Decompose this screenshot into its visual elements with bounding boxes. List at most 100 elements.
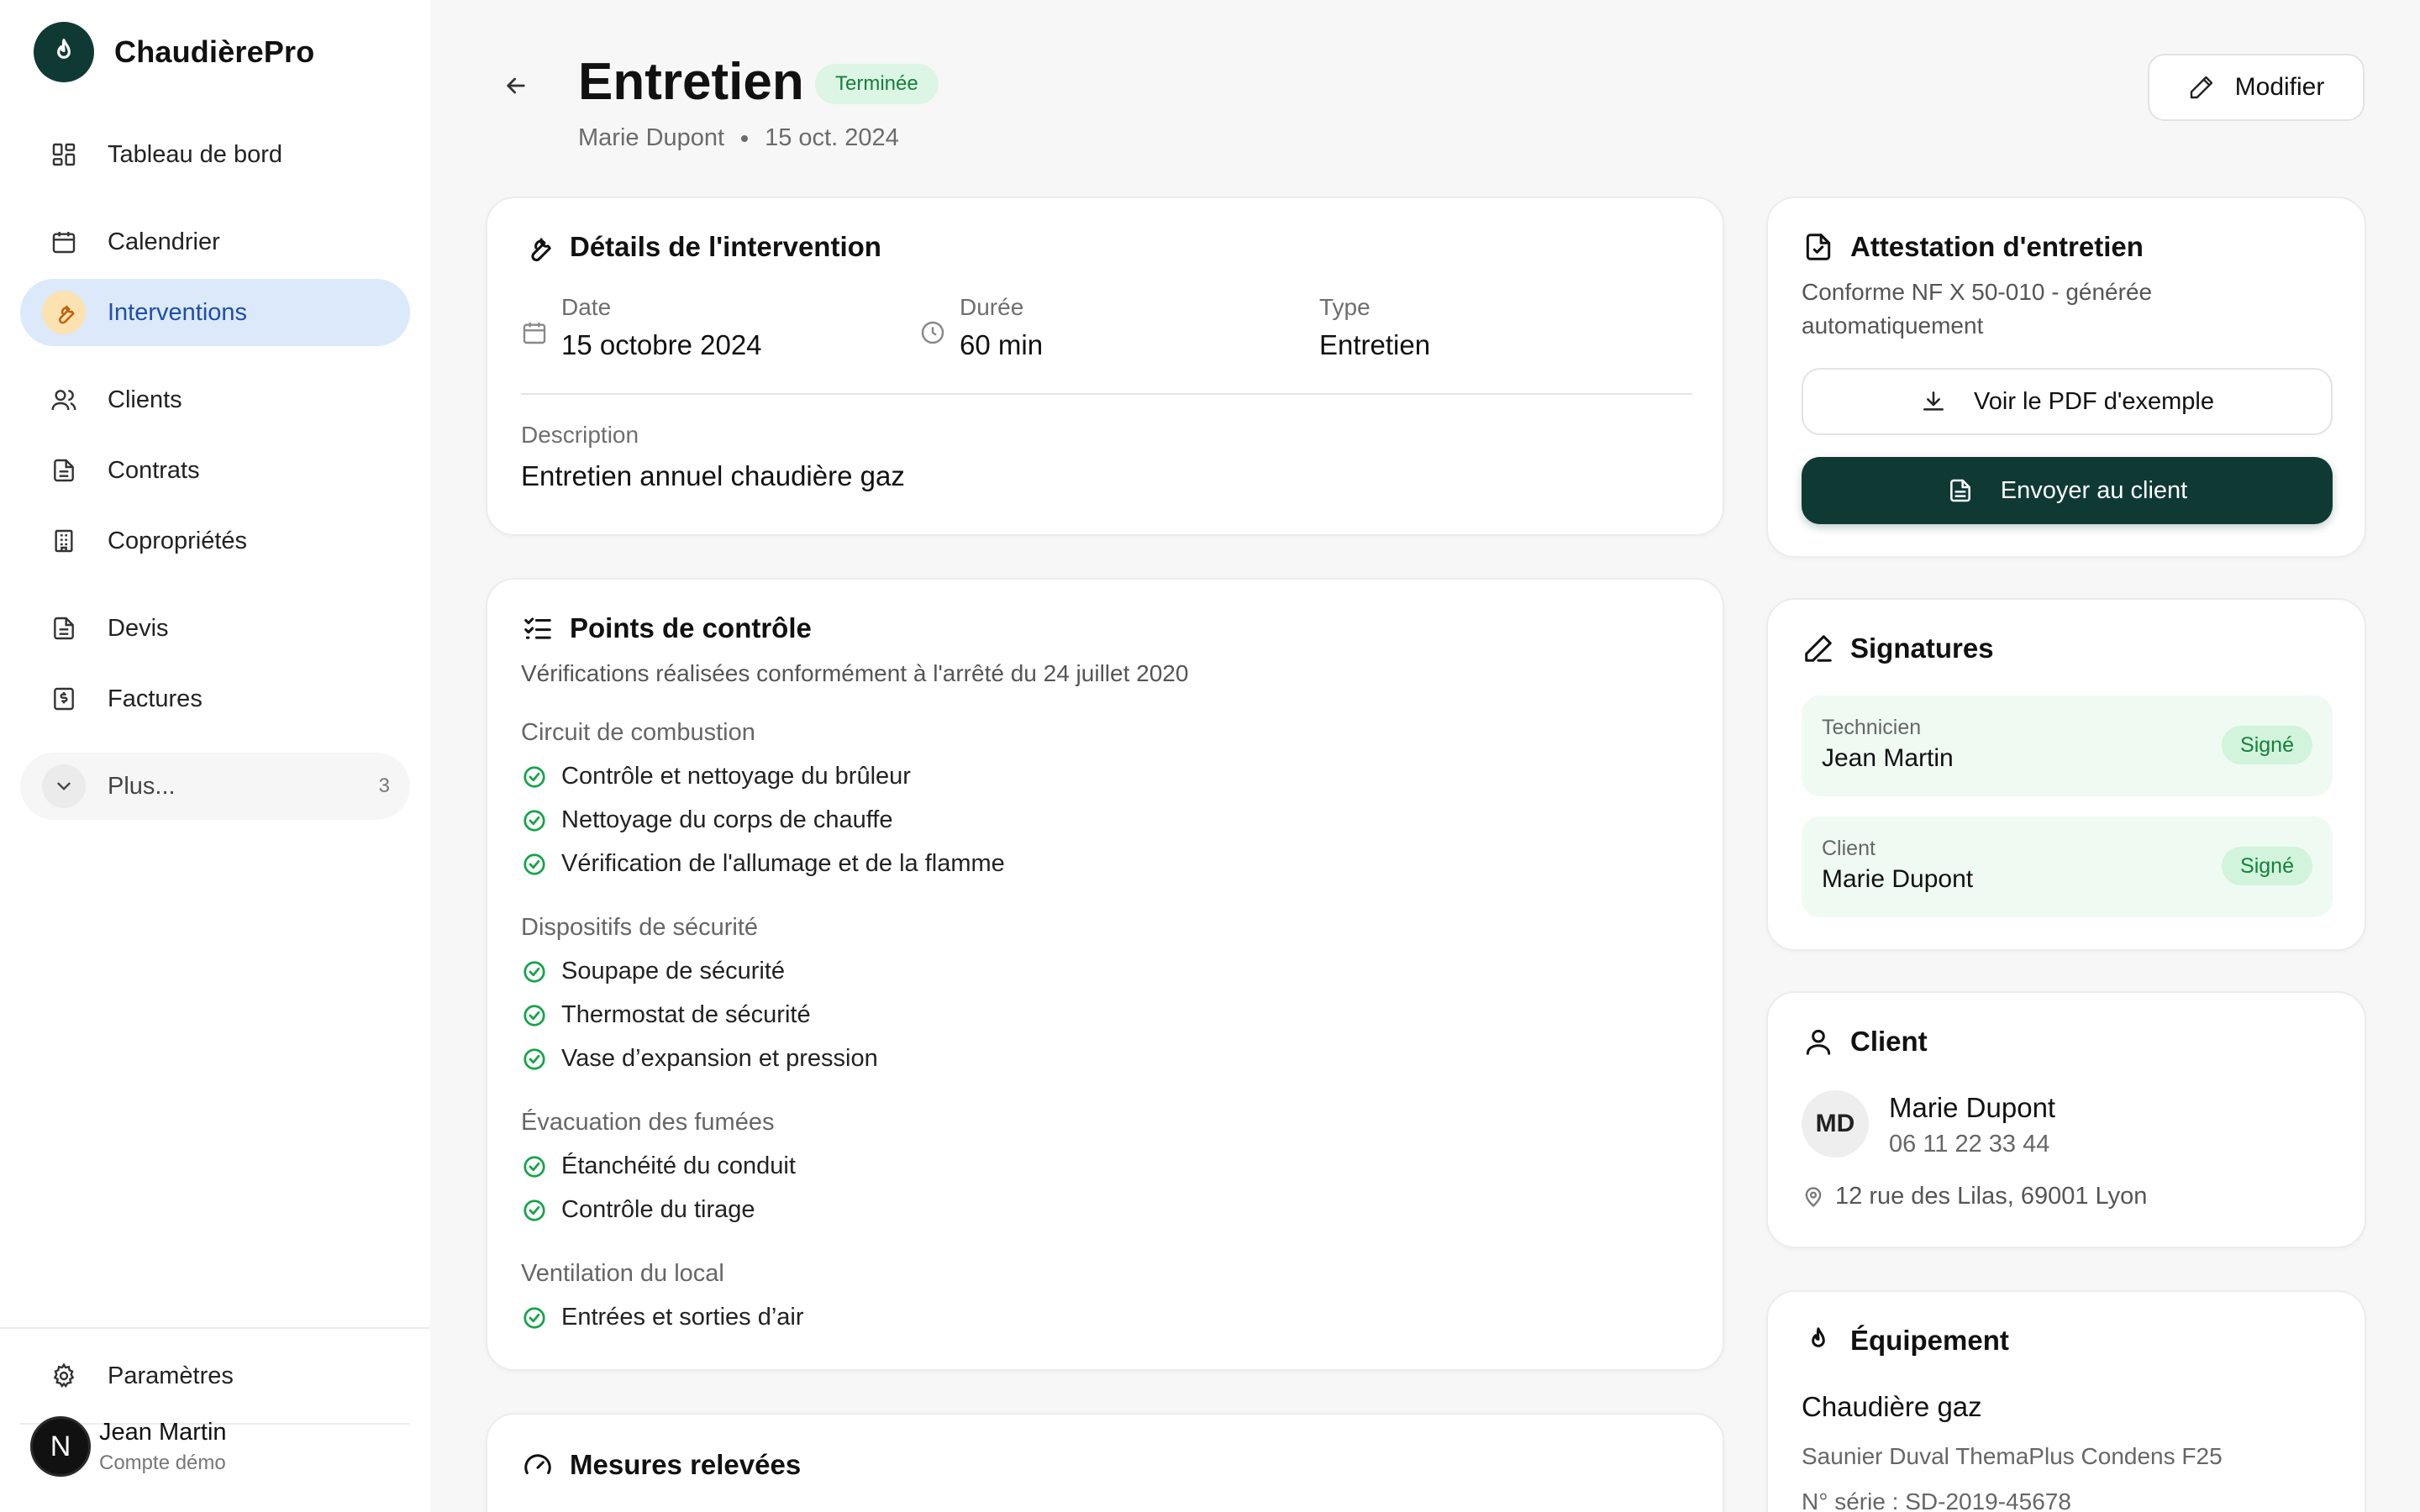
clock-icon [919, 319, 946, 346]
avatar: N [30, 1416, 91, 1477]
check-circle-icon [521, 1153, 548, 1180]
calendar-icon [20, 228, 108, 255]
client-phone[interactable]: 06 11 22 33 44 [1889, 1131, 2049, 1158]
checklist-icon [521, 612, 555, 645]
date-label: Date [561, 294, 612, 320]
document-icon [20, 615, 108, 642]
signature-client: Client Marie Dupont Signé [1802, 816, 2333, 917]
group-label: Évacuation des fumées [521, 1109, 775, 1136]
sidebar: ChaudièrePro Tableau de bord Calendrier … [0, 0, 430, 1512]
duration-field: Durée 60 min [919, 294, 1272, 361]
card-title: Détails de l'intervention [570, 231, 881, 262]
status-badge: Signé [2222, 726, 2312, 764]
measures-card: Mesures relevées [486, 1413, 1724, 1512]
card-title: Signatures [1850, 633, 1994, 664]
user-profile[interactable]: N Jean Martin Compte démo [30, 1416, 227, 1477]
back-button[interactable] [499, 69, 533, 102]
sidebar-item-dashboard[interactable]: Tableau de bord [20, 121, 410, 188]
user-name: Jean Martin [99, 1418, 227, 1446]
sidebar-item-calendar[interactable]: Calendrier [20, 208, 410, 276]
signature-role: Technicien [1822, 716, 1922, 739]
description-line: automatiquement [1802, 312, 1984, 339]
sidebar-item-label: Interventions [108, 298, 248, 326]
list-item: Vase d’expansion et pression [521, 1045, 878, 1073]
group-label: Circuit de combustion [521, 719, 755, 746]
card-title: Client [1850, 1026, 1928, 1057]
group-label: Ventilation du local [521, 1260, 724, 1287]
duration-label: Durée [960, 294, 1024, 320]
client-name: Marie Dupont [578, 124, 725, 151]
users-icon [20, 386, 108, 413]
sidebar-item-contracts[interactable]: Contrats [20, 437, 410, 504]
sidebar-item-label: Devis [108, 614, 169, 642]
checkpoint-label: Étanchéité du conduit [561, 1152, 796, 1179]
list-item: Contrôle du tirage [521, 1196, 755, 1224]
card-title: Équipement [1850, 1325, 2009, 1356]
check-circle-icon [521, 1305, 548, 1331]
sidebar-item-coproprietes[interactable]: Copropriétés [20, 507, 410, 575]
pen-icon [1802, 632, 1835, 665]
sidebar-item-label: Copropriétés [108, 527, 248, 554]
sidebar-item-label: Clients [108, 386, 182, 413]
separator-dot [741, 134, 749, 142]
gear-icon [20, 1362, 108, 1389]
sidebar-item-invoices[interactable]: Factures [20, 665, 410, 732]
map-pin-icon [1805, 1186, 1822, 1207]
client-name[interactable]: Marie Dupont [1889, 1092, 2055, 1124]
address-text: 12 rue des Lilas, 69001 Lyon [1835, 1183, 2148, 1210]
date-value: 15 octobre 2024 [561, 329, 762, 360]
sidebar-divider [0, 1327, 430, 1329]
view-pdf-button[interactable]: Voir le PDF d'exemple [1802, 368, 2333, 435]
type-value: Entretien [1319, 329, 1431, 360]
check-circle-icon [521, 807, 548, 834]
sidebar-item-more[interactable]: Plus... 3 [20, 753, 410, 820]
sidebar-item-interventions[interactable]: Interventions [20, 279, 410, 346]
checkpoint-label: Contrôle et nettoyage du brûleur [561, 763, 911, 790]
list-item: Entrées et sorties d’air [521, 1304, 804, 1331]
signatures-card: Signatures Technicien Jean Martin Signé … [1766, 598, 2366, 951]
signature-role: Client [1822, 837, 1876, 860]
list-item: Soupape de sécurité [521, 958, 785, 985]
button-label: Envoyer au client [2000, 476, 2188, 504]
checkpoint-label: Thermostat de sécurité [561, 1001, 811, 1028]
edit-button-label: Modifier [2234, 73, 2325, 101]
document-icon [1949, 479, 1970, 502]
signature-name: Jean Martin [1822, 744, 1954, 772]
sidebar-item-quotes[interactable]: Devis [20, 595, 410, 662]
description-field: Description Entretien annuel chaudière g… [521, 422, 905, 492]
group-label: Dispositifs de sécurité [521, 914, 759, 941]
brand[interactable]: ChaudièrePro [34, 22, 314, 82]
details-card: Détails de l'intervention Date 15 octobr… [486, 197, 1724, 536]
description-value: Entretien annuel chaudière gaz [521, 460, 905, 491]
button-label: Voir le PDF d'exemple [1974, 387, 2214, 415]
invoice-icon [20, 685, 108, 712]
checkpoint-label: Nettoyage du corps de chauffe [561, 806, 893, 833]
list-item: Vérification de l'allumage et de la flam… [521, 850, 1005, 878]
check-circle-icon [521, 1046, 548, 1073]
list-item: Étanchéité du conduit [521, 1152, 796, 1180]
calendar-icon [521, 319, 548, 346]
attestation-description: Conforme NF X 50-010 - générée automatiq… [1802, 276, 2152, 343]
equipment-serial: N° série : SD-2019-45678 [1802, 1488, 2071, 1512]
signature-name: Marie Dupont [1822, 865, 1974, 893]
equipment-model: Saunier Duval ThemaPlus Condens F25 [1802, 1443, 2223, 1469]
intervention-date: 15 oct. 2024 [765, 124, 899, 151]
flame-icon [1802, 1324, 1835, 1357]
sidebar-item-settings[interactable]: Paramètres [20, 1342, 410, 1410]
equipment-card: Équipement Chaudière gaz Saunier Duval T… [1766, 1290, 2366, 1512]
send-to-client-button[interactable]: Envoyer au client [1802, 457, 2333, 524]
user-icon [1802, 1025, 1835, 1058]
type-field: Type Entretien [1319, 294, 1672, 361]
divider [521, 393, 1692, 395]
check-circle-icon [521, 958, 548, 985]
edit-button[interactable]: Modifier [2148, 54, 2365, 121]
download-icon [1923, 391, 1944, 411]
checkpoint-label: Vérification de l'allumage et de la flam… [561, 850, 1005, 877]
client-card: Client MD Marie Dupont 06 11 22 33 44 12… [1766, 991, 2366, 1248]
sidebar-item-label: Factures [108, 685, 203, 712]
sidebar-item-label: Paramètres [108, 1362, 234, 1389]
attestation-card: Attestation d'entretien Conforme NF X 50… [1766, 197, 2366, 558]
sidebar-item-clients[interactable]: Clients [20, 366, 410, 433]
page-title: Entretien [578, 53, 804, 111]
signature-technician: Technicien Jean Martin Signé [1802, 696, 2333, 796]
